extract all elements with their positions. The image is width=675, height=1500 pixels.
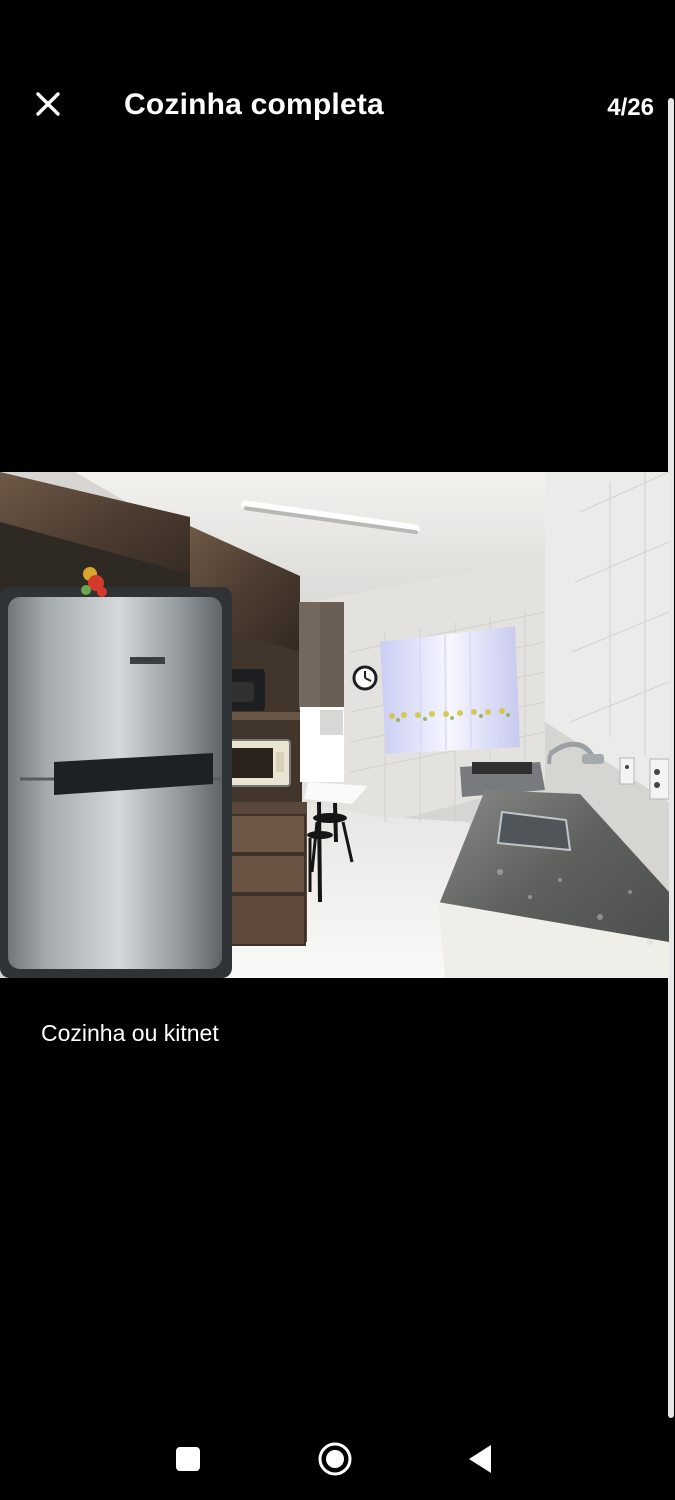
back-button[interactable] [456,1436,506,1486]
square-icon [174,1445,202,1478]
photo-viewer-screen: Cozinha completa 4/26 Continental Cozinh… [0,0,675,1500]
page-title: Cozinha completa [124,88,384,121]
photo-caption: Cozinha ou kitnet [41,1020,219,1046]
recent-apps-button[interactable] [163,1436,213,1486]
window-curtain [380,626,520,754]
fridge-brand-text: Continental [134,657,159,663]
fridge [0,587,232,978]
android-navigation-bar [0,1420,675,1500]
photo-counter: 4/26 [607,94,654,121]
close-button[interactable] [24,82,72,130]
circle-icon [317,1441,353,1482]
kitchen-photo[interactable]: Continental [0,472,669,978]
clock [352,665,378,691]
home-button[interactable] [310,1436,360,1486]
triangle-back-icon [467,1443,495,1480]
close-icon [34,90,62,123]
kitchen-photo-illustration: Continental [0,472,669,978]
top-bar: Cozinha completa 4/26 [0,70,675,142]
